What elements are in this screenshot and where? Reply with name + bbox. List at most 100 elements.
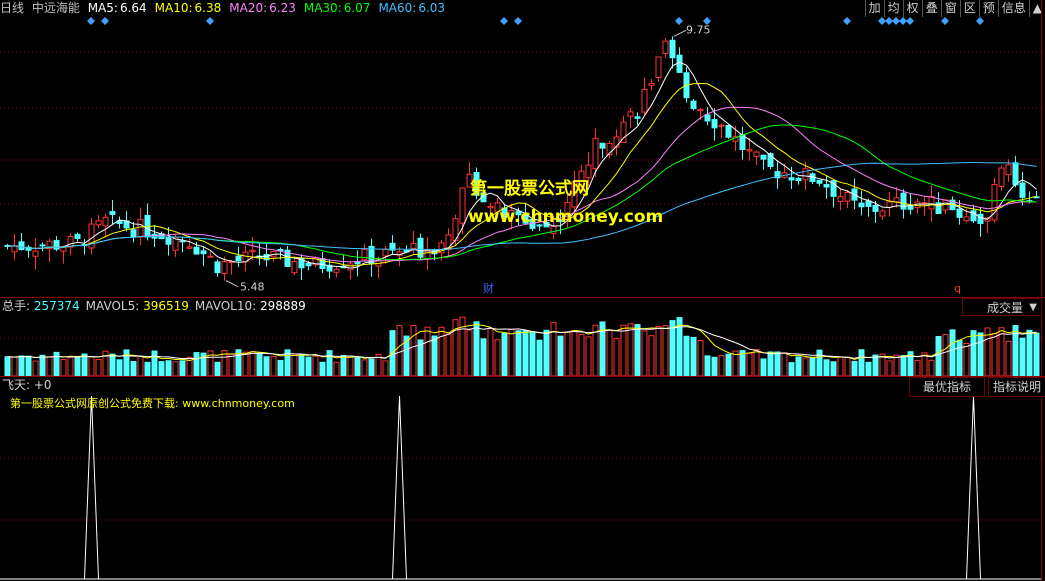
signal-diamond-icon [885, 17, 893, 25]
volume-bar [81, 353, 88, 377]
volume-bar [137, 355, 144, 377]
indicator-select[interactable]: 成交量 ▼ [962, 298, 1042, 316]
candle-body [956, 208, 963, 218]
volume-bar [1026, 329, 1033, 377]
candle-body [753, 151, 760, 157]
volume-bar [564, 331, 571, 377]
volume-bar [655, 326, 662, 377]
candle-body [697, 108, 704, 112]
candle-body [823, 184, 830, 188]
volume-bar [557, 335, 564, 377]
right-marker: q [954, 282, 961, 295]
candle-body [137, 218, 144, 238]
volume-bar [837, 356, 844, 377]
candle-body [200, 250, 207, 255]
candle-body [641, 88, 648, 113]
volume-bar [508, 328, 515, 377]
candle-body [760, 154, 767, 160]
volume-bar [4, 356, 11, 377]
candle-body [844, 192, 851, 202]
volume-bar [410, 324, 417, 377]
volume-bar [522, 330, 529, 377]
volume-bar [872, 354, 879, 377]
volume-bar [529, 332, 536, 377]
volume-bar [165, 360, 172, 377]
candle-body [662, 40, 669, 55]
volume-bar [1005, 340, 1012, 377]
finance-marker: 财 [483, 281, 494, 295]
volume-value: 396519 [139, 299, 189, 313]
volume-bar [781, 352, 788, 377]
candle-body [1012, 162, 1019, 186]
volume-legend-item: MAVOL10: 298889 [195, 299, 306, 313]
volume-bar [515, 330, 522, 377]
signal-diamond-icon [843, 17, 851, 25]
best-indicator-button[interactable]: 最优指标 [909, 377, 985, 397]
candle-body [802, 168, 809, 181]
volume-label: MAVOL10: [194, 299, 257, 313]
indicator-note: 第一股票公式网原创公式免费下载: www.chnmoney.com [10, 397, 295, 410]
candle-body [963, 216, 970, 222]
candle-body [648, 83, 655, 86]
indicator-select-value: 成交量 [987, 301, 1024, 315]
volume-bar [942, 334, 949, 377]
volume-bar [690, 336, 697, 377]
volume-bar [130, 360, 137, 377]
candle-body [795, 177, 802, 182]
volume-bar [333, 361, 340, 377]
volume-bar [277, 359, 284, 377]
volume-indicator-divider [0, 376, 1045, 377]
volume-bar [270, 355, 277, 377]
volume-bar [228, 353, 235, 377]
indicator-spike [392, 395, 407, 580]
signal-diamond-icon [87, 17, 95, 25]
indicator-spike [84, 395, 99, 580]
volume-bar [571, 330, 578, 377]
volume-bar [795, 356, 802, 377]
volume-bar [725, 353, 732, 377]
signal-diamond-icon [906, 17, 914, 25]
candle-body [879, 210, 886, 217]
candle-body [102, 216, 109, 227]
volume-bar [662, 325, 669, 377]
candle-body [998, 167, 1005, 188]
volume-bar [438, 326, 445, 377]
candle-body [718, 124, 725, 127]
volume-bar [193, 352, 200, 377]
volume-bar [361, 359, 368, 377]
candle-body [39, 244, 46, 247]
volume-bar [683, 335, 690, 377]
volume-bar [963, 342, 970, 377]
candle-body [690, 100, 697, 110]
volume-bar [46, 356, 53, 377]
volume-bar [627, 323, 634, 377]
volume-bar [480, 338, 487, 377]
volume-bar [158, 361, 165, 377]
volume-bar [900, 355, 907, 377]
chart-canvas[interactable]: 9.75 5.48 财 q [0, 0, 1045, 581]
volume-bar [578, 333, 585, 377]
volume-bar [11, 356, 18, 377]
volume-bar [956, 339, 963, 377]
volume-bar [977, 332, 984, 377]
candle-body [109, 211, 116, 215]
volume-bar [585, 336, 592, 377]
watermark-url: www.chnmoney.com [468, 207, 664, 227]
indicator-help-button[interactable]: 指标说明 [988, 377, 1045, 397]
volume-bar [893, 354, 900, 377]
candle-body [928, 195, 935, 210]
signal-diamond-icon [899, 17, 907, 25]
volume-bar [32, 360, 39, 377]
volume-bar [641, 330, 648, 377]
volume-bar [886, 360, 893, 377]
signal-diamond-icon [941, 17, 949, 25]
volume-bar [144, 361, 151, 377]
volume-bar [179, 360, 186, 377]
volume-bar [487, 327, 494, 377]
candle-body [221, 261, 228, 274]
volume-bar [634, 324, 641, 377]
signal-diamond-icon [878, 17, 886, 25]
volume-bar [214, 361, 221, 377]
indicator-label: 飞天: [2, 378, 31, 392]
volume-bar [18, 355, 25, 377]
